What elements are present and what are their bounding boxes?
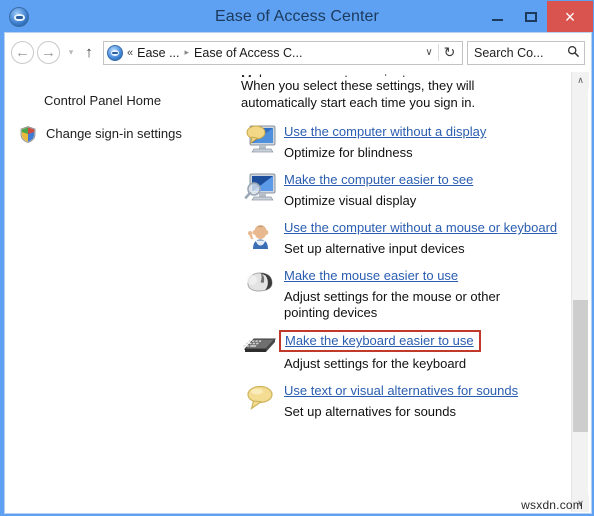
list-item: Use the computer without a mouse or keyb…	[236, 218, 566, 257]
breadcrumb-item-1[interactable]: Ease ...	[137, 46, 179, 60]
back-button[interactable]: ←	[11, 41, 34, 64]
list-item-texts: Make the keyboard easier to use Adjust s…	[279, 330, 566, 372]
ease-of-access-icon	[9, 6, 29, 27]
client-area: ← → ▾ ↑ « Ease ... ▸ Ease of Access C...…	[4, 32, 592, 514]
intro-text: Make your computer easier to use When yo…	[236, 71, 546, 111]
person-waving-icon	[236, 218, 284, 253]
list-item-description: Adjust settings for the keyboard	[284, 356, 467, 371]
list-item-texts: Make the mouse easier to use Adjust sett…	[284, 266, 566, 321]
list-item: Use text or visual alternatives for soun…	[236, 381, 566, 420]
recent-locations-icon[interactable]: ▾	[63, 47, 79, 58]
list-item: Make the keyboard easier to use Adjust s…	[236, 330, 566, 372]
link-use-text-or-visual-alternatives-for-sounds[interactable]: Use text or visual alternatives for soun…	[284, 383, 518, 398]
sidebar-item-change-sign-in-settings[interactable]: Change sign-in settings	[6, 126, 236, 143]
sidebar: Control Panel Home Change sign-in settin…	[6, 71, 236, 512]
sidebar-item-control-panel-home[interactable]: Control Panel Home	[6, 93, 236, 108]
intro-line-1: When you select these settings, they wil…	[241, 78, 475, 93]
up-button[interactable]: ↑	[79, 44, 99, 61]
link-use-the-computer-without-a-mouse-or-keyboard[interactable]: Use the computer without a mouse or keyb…	[284, 220, 557, 235]
scrollbar-thumb[interactable]	[573, 300, 588, 432]
list-item-description: Adjust settings for the mouse or other p…	[284, 289, 501, 320]
breadcrumb-overflow-icon[interactable]: «	[127, 47, 133, 59]
content-pane: Make your computer easier to use When yo…	[236, 71, 590, 512]
breadcrumb[interactable]: « Ease ... ▸ Ease of Access C...	[127, 46, 420, 60]
forward-button[interactable]: →	[37, 41, 60, 64]
link-use-the-computer-without-a-display[interactable]: Use the computer without a display	[284, 124, 486, 139]
intro-line-2: automatically start each time you sign i…	[241, 95, 476, 110]
keyboard-icon	[236, 330, 284, 361]
intro-cut-heading: Make your computer easier to use	[241, 71, 546, 77]
search-icon[interactable]	[566, 45, 580, 61]
breadcrumb-separator-icon[interactable]: ▸	[185, 47, 190, 58]
list-item: Use the computer without a display Optim…	[236, 122, 566, 161]
link-make-the-keyboard-easier-to-use[interactable]: Make the keyboard easier to use	[279, 330, 481, 352]
content-inner: Make your computer easier to use When yo…	[236, 71, 566, 429]
list-item-description: Optimize for blindness	[284, 145, 413, 160]
link-make-the-mouse-easier-to-use[interactable]: Make the mouse easier to use	[284, 268, 458, 283]
breadcrumb-item-2[interactable]: Ease of Access C...	[194, 46, 302, 60]
speech-bubble-icon	[236, 381, 284, 412]
monitor-speech-bubble-icon	[236, 122, 284, 157]
list-item-description: Set up alternatives for sounds	[284, 404, 456, 419]
sidebar-item-label: Control Panel Home	[44, 93, 162, 108]
minimize-button[interactable]	[481, 1, 514, 32]
list-item-texts: Use text or visual alternatives for soun…	[284, 381, 566, 420]
ease-of-access-window: Ease of Access Center × ← → ▾ ↑ « Ease .…	[0, 0, 594, 516]
caption-buttons: ×	[481, 1, 593, 32]
vertical-scrollbar[interactable]: ∧ ∨	[571, 72, 589, 512]
maximize-button[interactable]	[514, 1, 547, 32]
list-item-description: Optimize visual display	[284, 193, 417, 208]
list-item-texts: Make the computer easier to see Optimize…	[284, 170, 566, 209]
list-item-texts: Use the computer without a mouse or keyb…	[284, 218, 566, 257]
list-item-description: Set up alternative input devices	[284, 241, 465, 256]
body: Control Panel Home Change sign-in settin…	[6, 71, 590, 512]
watermark: wsxdn.com	[521, 498, 583, 512]
address-bar[interactable]: « Ease ... ▸ Ease of Access C... ∨ ↻	[103, 40, 463, 65]
sidebar-item-label: Change sign-in settings	[46, 126, 182, 141]
navigation-toolbar: ← → ▾ ↑ « Ease ... ▸ Ease of Access C...…	[5, 33, 591, 69]
address-ease-of-access-icon	[107, 44, 123, 61]
search-input[interactable]: Search Co...	[474, 46, 566, 60]
list-item: Make the computer easier to see Optimize…	[236, 170, 566, 209]
close-button[interactable]: ×	[547, 1, 593, 32]
scroll-up-icon[interactable]: ∧	[572, 72, 589, 89]
shield-icon	[20, 126, 36, 143]
mouse-icon	[236, 266, 284, 297]
refresh-icon[interactable]: ↻	[438, 44, 460, 61]
monitor-magnifier-icon	[236, 170, 284, 205]
ease-of-access-list: Use the computer without a display Optim…	[236, 122, 566, 420]
search-box[interactable]: Search Co...	[467, 40, 585, 65]
title-bar[interactable]: Ease of Access Center ×	[1, 1, 593, 32]
chevron-down-icon[interactable]: ∨	[420, 47, 438, 58]
link-make-the-computer-easier-to-see[interactable]: Make the computer easier to see	[284, 172, 473, 187]
list-item-texts: Use the computer without a display Optim…	[284, 122, 566, 161]
list-item: Make the mouse easier to use Adjust sett…	[236, 266, 566, 321]
